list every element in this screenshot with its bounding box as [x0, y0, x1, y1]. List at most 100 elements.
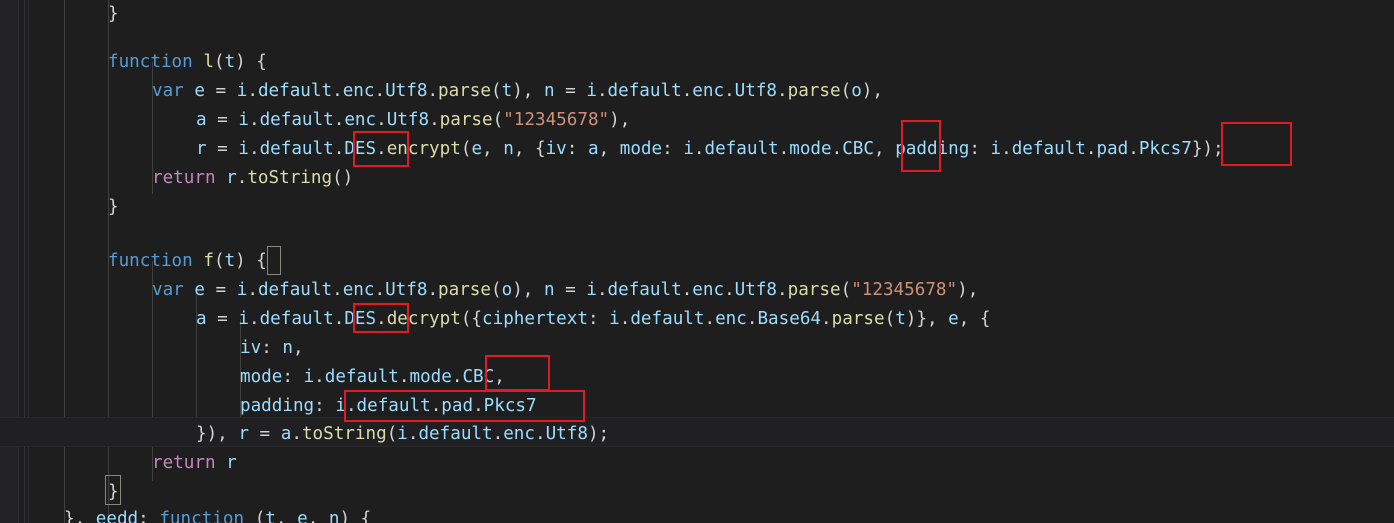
code-token: enc: [503, 424, 535, 444]
code-token: ,: [275, 509, 298, 523]
code-token: default: [356, 396, 431, 416]
code-token: :: [138, 509, 160, 523]
code-token: function: [159, 509, 255, 523]
code-line[interactable]: padding: i.default.pad.Pkcs7: [0, 392, 537, 421]
code-token: .: [596, 81, 608, 101]
code-token: .: [427, 280, 439, 300]
code-token: .: [291, 424, 302, 444]
code-token: =: [554, 280, 587, 300]
code-token: (: [492, 110, 504, 130]
code-token: toString: [301, 424, 387, 444]
code-token: =: [206, 139, 239, 159]
code-token: ,: [482, 139, 504, 159]
code-token: }),: [196, 424, 239, 444]
code-token: :: [566, 139, 588, 159]
code-token: .: [777, 280, 788, 300]
code-line[interactable]: }, eedd: function (t, e, n) {: [0, 505, 371, 523]
code-line[interactable]: a = i.default.DES.decrypt({ciphertext: i…: [0, 305, 991, 334]
code-token: encrypt: [386, 139, 461, 159]
code-token: i: [238, 309, 249, 329]
code-line[interactable]: a = i.default.enc.Utf8.parse("12345678")…: [0, 106, 630, 135]
code-line[interactable]: function l(t) {: [0, 48, 267, 77]
code-line[interactable]: }: [0, 193, 119, 222]
code-token: parse: [439, 110, 493, 130]
code-token: .: [1085, 139, 1097, 159]
code-token: :: [969, 139, 991, 159]
code-token: (: [491, 280, 502, 300]
code-token: .: [374, 280, 386, 300]
code-token: ) {: [339, 509, 372, 523]
code-token: default: [630, 309, 705, 329]
code-token: enc: [715, 309, 747, 329]
code-token: (: [884, 309, 896, 329]
code-token: .: [376, 309, 387, 329]
code-line[interactable]: return r.toString(): [0, 164, 353, 193]
code-token: .: [535, 424, 546, 444]
code-token: .: [333, 309, 345, 329]
code-token: padding: [240, 396, 315, 416]
code-token: .: [248, 110, 260, 130]
code-line[interactable]: mode: i.default.mode.CBC,: [0, 363, 505, 392]
code-token: (: [460, 139, 472, 159]
code-token: }: [108, 197, 119, 217]
code-token: ),: [957, 280, 979, 300]
code-token: r: [238, 424, 249, 444]
code-token: i: [609, 309, 620, 329]
code-token: :: [314, 396, 336, 416]
code-token: });: [1191, 139, 1224, 159]
code-token: n: [543, 81, 555, 101]
code-token: .: [821, 309, 832, 329]
code-token: enc: [342, 81, 375, 101]
code-token: function: [108, 52, 204, 72]
code-token: l: [203, 52, 214, 72]
code-token: .: [407, 424, 419, 444]
code-token: .: [724, 280, 735, 300]
code-token: ciphertext: [482, 309, 588, 329]
code-token: ) {: [235, 251, 267, 271]
code-token: Utf8: [734, 81, 778, 101]
code-token: .: [451, 367, 463, 387]
code-token: default: [1011, 139, 1086, 159]
code-editor-viewport[interactable]: } function l(t) {var e = i.default.enc.Ut…: [0, 0, 1394, 523]
code-token: t: [224, 52, 236, 72]
code-token: .: [777, 81, 788, 101]
code-line[interactable]: var e = i.default.enc.Utf8.parse(t), n =…: [0, 77, 883, 106]
code-line[interactable]: var e = i.default.enc.Utf8.parse(o), n =…: [0, 276, 978, 305]
code-line[interactable]: function f(t) {: [0, 247, 267, 276]
code-token: parse: [787, 280, 841, 300]
code-line[interactable]: iv: n,: [0, 334, 304, 363]
code-token: }: [108, 482, 119, 502]
code-token: i: [586, 280, 597, 300]
code-line[interactable]: }), r = a.toString(i.default.enc.Utf8);: [0, 420, 609, 449]
code-token: t: [265, 509, 276, 523]
code-token: default: [324, 367, 399, 387]
code-token: enc: [342, 280, 375, 300]
code-line[interactable]: r = i.default.DES.encrypt(e, n, {iv: a, …: [0, 135, 1224, 164]
code-token: var: [152, 280, 195, 300]
code-token: ),: [609, 110, 631, 130]
code-token: enc: [692, 280, 725, 300]
code-text-layer[interactable]: } function l(t) {var e = i.default.enc.Ut…: [0, 0, 1394, 523]
code-token: ),: [512, 280, 544, 300]
code-token: .: [778, 139, 790, 159]
code-token: .: [1128, 139, 1139, 159]
code-token: =: [206, 110, 239, 130]
code-token: );: [587, 424, 610, 444]
code-token: .: [492, 424, 504, 444]
code-token: i: [238, 139, 249, 159]
code-line[interactable]: }: [0, 0, 119, 29]
code-token: t: [501, 81, 513, 101]
code-line[interactable]: return r: [0, 449, 237, 478]
code-token: var: [152, 81, 195, 101]
code-token: },: [64, 509, 96, 523]
code-token: .: [333, 139, 345, 159]
code-token: r: [196, 139, 207, 159]
code-line[interactable]: }: [0, 478, 119, 507]
code-token: o: [501, 280, 513, 300]
code-token: f: [203, 251, 214, 271]
code-token: .: [704, 309, 716, 329]
code-token: mode: [409, 367, 452, 387]
code-token: n: [282, 338, 293, 358]
code-token: .: [619, 309, 631, 329]
code-token: =: [204, 280, 237, 300]
